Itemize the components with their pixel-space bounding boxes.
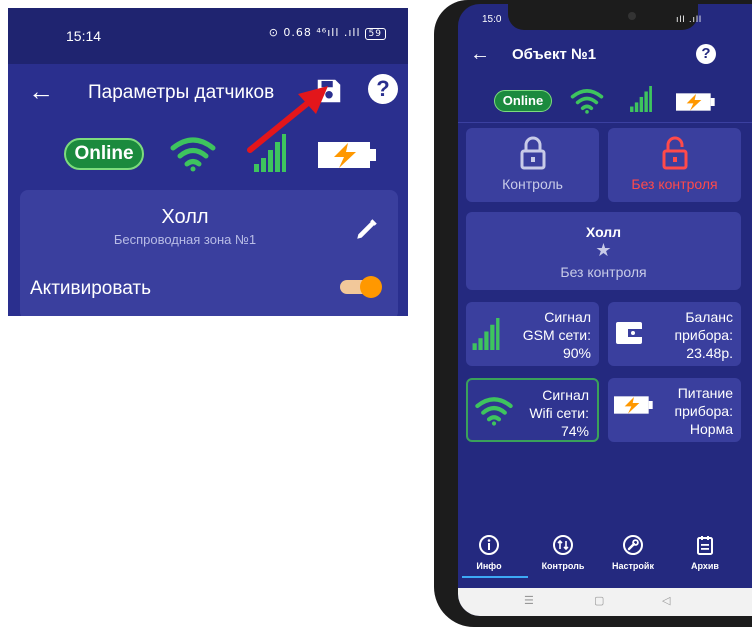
back-arrow-icon[interactable]: ←: [28, 76, 54, 106]
no-control-label: Без контроля: [631, 176, 718, 192]
system-nav-bar: ☰ ▢ ◁: [458, 588, 752, 616]
gsm-signal-icon: [472, 318, 500, 350]
recent-apps-icon[interactable]: ☰: [524, 594, 534, 607]
gsm-signal-tile: Сигнал GSM сети: 90%: [466, 302, 599, 366]
bottom-navigation: Инфо Контроль Настройк Архив: [458, 528, 752, 584]
archive-calendar-icon: [697, 536, 713, 555]
holl-sensor-tile[interactable]: Холл ★ Без контроля: [466, 212, 741, 290]
signal-icons: ⊙ 0.68 ⁴⁶ıll .ıll: [268, 26, 361, 39]
help-icon[interactable]: ?: [368, 74, 398, 104]
edit-pencil-icon[interactable]: [354, 216, 380, 242]
wrench-icon: [623, 535, 643, 555]
nav-label: Настройк: [612, 561, 654, 571]
nav-control[interactable]: Контроль: [534, 534, 592, 571]
camera-dot: [628, 12, 636, 20]
status-icons: ⊙ 0.68 ⁴⁶ıll .ıll 59: [269, 26, 386, 40]
control-tile[interactable]: Контроль: [466, 128, 599, 202]
power-supply-icon: [318, 142, 376, 168]
nav-label: Архив: [691, 561, 719, 571]
status-indicators: Online: [8, 134, 408, 174]
phone-notch: [508, 4, 698, 30]
info-icon: [479, 535, 499, 555]
power-supply-icon: [614, 396, 653, 414]
nav-label: Контроль: [541, 561, 585, 571]
sensor-name: Холл: [161, 206, 209, 228]
sensor-card: Холл Беспроводная зона №1 Активировать: [20, 190, 398, 316]
divider: [458, 122, 752, 123]
gsm-signal-text: Сигнал GSM сети: 90%: [523, 308, 591, 362]
nav-label: Инфо: [476, 561, 502, 571]
nav-settings[interactable]: Настройк: [604, 534, 662, 571]
balance-line: Баланс: [685, 309, 733, 325]
lock-closed-icon: [520, 136, 545, 170]
status-bar: 15:14 ⊙ 0.68 ⁴⁶ıll .ıll 59: [8, 8, 408, 64]
wallet-icon: [616, 322, 642, 344]
sensor-settings-screenshot: 15:14 ⊙ 0.68 ⁴⁶ıll .ıll 59 ← Параметры да…: [8, 8, 408, 316]
balance-tile: Баланс прибора: 23.48р.: [608, 302, 741, 366]
active-tab-indicator: [462, 576, 528, 578]
nav-info[interactable]: Инфо: [460, 534, 518, 571]
back-arrow-icon[interactable]: ←: [470, 44, 490, 64]
gsm-signal-icon: [254, 134, 286, 172]
power-line: прибора:: [674, 403, 733, 419]
gsm-line: Сигнал: [544, 309, 591, 325]
no-control-tile[interactable]: Без контроля: [608, 128, 741, 202]
lock-open-icon: [662, 136, 687, 170]
gsm-signal-icon: [630, 86, 652, 112]
wifi-value: 74%: [560, 423, 589, 439]
online-badge: Online: [64, 138, 144, 170]
activate-label: Активировать: [30, 278, 151, 299]
wifi-line: Wifi сети:: [529, 405, 589, 421]
status-time: 15:14: [66, 28, 102, 44]
wifi-icon: [570, 89, 604, 114]
back-triangle-icon[interactable]: ◁: [662, 594, 670, 607]
activate-toggle[interactable]: [340, 276, 382, 298]
app-bar: ← Параметры датчиков ?: [8, 64, 408, 124]
home-icon[interactable]: ▢: [594, 594, 604, 607]
online-badge: Online: [494, 90, 552, 112]
wifi-signal-tile: Сигнал Wifi сети: 74%: [466, 378, 599, 442]
power-value: Норма: [689, 421, 733, 437]
balance-text: Баланс прибора: 23.48р.: [675, 308, 733, 362]
balance-value: 23.48р.: [686, 345, 733, 361]
phone-screen: 15:0 ıll .ıll ← Объект №1 ? Online Контр…: [458, 4, 752, 616]
wifi-icon: [475, 397, 513, 426]
wifi-signal-text: Сигнал Wifi сети: 74%: [529, 386, 589, 440]
battery-icon: 59: [364, 28, 386, 40]
star-icon: ★: [595, 240, 612, 260]
sensor-zone: Беспроводная зона №1: [113, 232, 257, 247]
power-supply-icon: [676, 93, 715, 111]
power-line: Питание: [677, 385, 733, 401]
nav-archive[interactable]: Архив: [676, 534, 734, 571]
sensor-name: Холл: [585, 224, 622, 240]
balance-line: прибора:: [674, 327, 733, 343]
power-text: Питание прибора: Норма: [675, 384, 733, 438]
swap-arrows-icon: [553, 535, 573, 555]
gsm-value: 90%: [562, 345, 591, 361]
wifi-line: Сигнал: [542, 387, 589, 403]
control-label: Контроль: [502, 176, 563, 192]
wifi-icon: [170, 137, 216, 172]
status-time: 15:0: [482, 14, 502, 25]
signal-icons: ıll .ıll: [676, 14, 702, 24]
gsm-line: GSM сети:: [522, 327, 591, 343]
help-icon[interactable]: ?: [696, 44, 716, 64]
toggle-knob: [360, 276, 382, 298]
sensor-state: Без контроля: [560, 264, 647, 280]
power-tile: Питание прибора: Норма: [608, 378, 741, 442]
page-title: Объект №1: [512, 46, 597, 63]
